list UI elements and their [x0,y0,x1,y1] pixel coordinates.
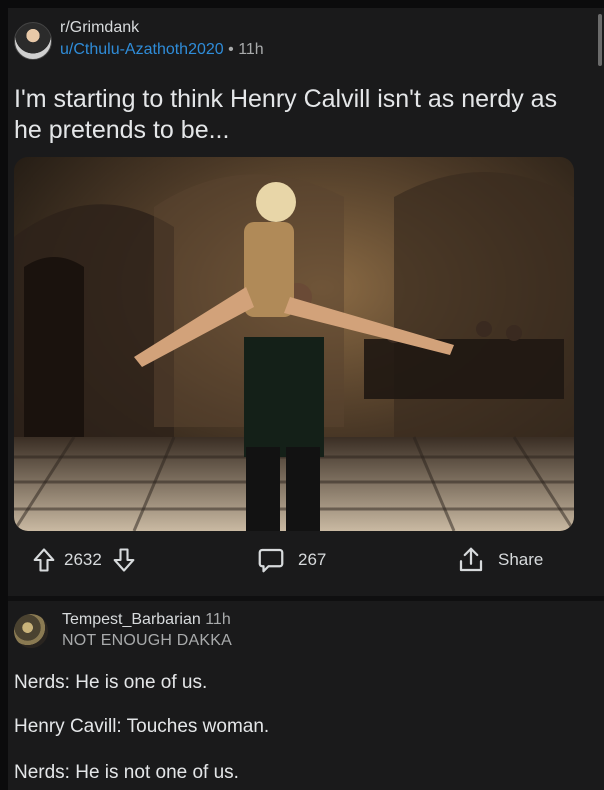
share-label: Share [498,550,544,569]
user-flair: NOT ENOUGH DAKKA [62,632,233,649]
divider [8,596,604,601]
subreddit-name[interactable]: r/Grimdank [60,19,139,37]
subreddit-avatar[interactable] [14,22,52,60]
comment-line: Nerds: He is not one of us. [14,762,239,783]
scrollbar[interactable] [598,14,602,66]
comment-avatar[interactable] [14,614,48,648]
share-button[interactable]: Share [456,542,543,578]
post-time: 11h [238,41,264,58]
share-icon [456,545,486,575]
post-author[interactable]: u/Cthulu-Azathoth2020 [60,41,224,58]
upvote-count: 2632 [64,550,102,569]
speech-bubble-icon [256,545,286,575]
post-image[interactable] [14,157,574,531]
arrow-down-icon[interactable] [110,546,138,574]
meta-separator: • [228,41,234,58]
post-title[interactable]: I'm starting to think Henry Calvill isn'… [14,84,574,146]
comments-button[interactable]: 267 [256,542,326,578]
comment-line: Henry Cavill: Touches woman. [14,716,270,737]
comment-line: Nerds: He is one of us. [14,672,208,693]
vote-group: 2632 [30,542,138,578]
post-actions: 2632 267 Share [14,542,574,578]
comment-time: 11h [205,611,231,628]
comment-count: 267 [298,550,327,569]
comment-header: Tempest_Barbarian 11h [62,611,231,629]
arrow-up-icon[interactable] [30,546,58,574]
post-meta: u/Cthulu-Azathoth2020 • 11h [60,41,264,59]
comment-author[interactable]: Tempest_Barbarian [62,611,201,628]
